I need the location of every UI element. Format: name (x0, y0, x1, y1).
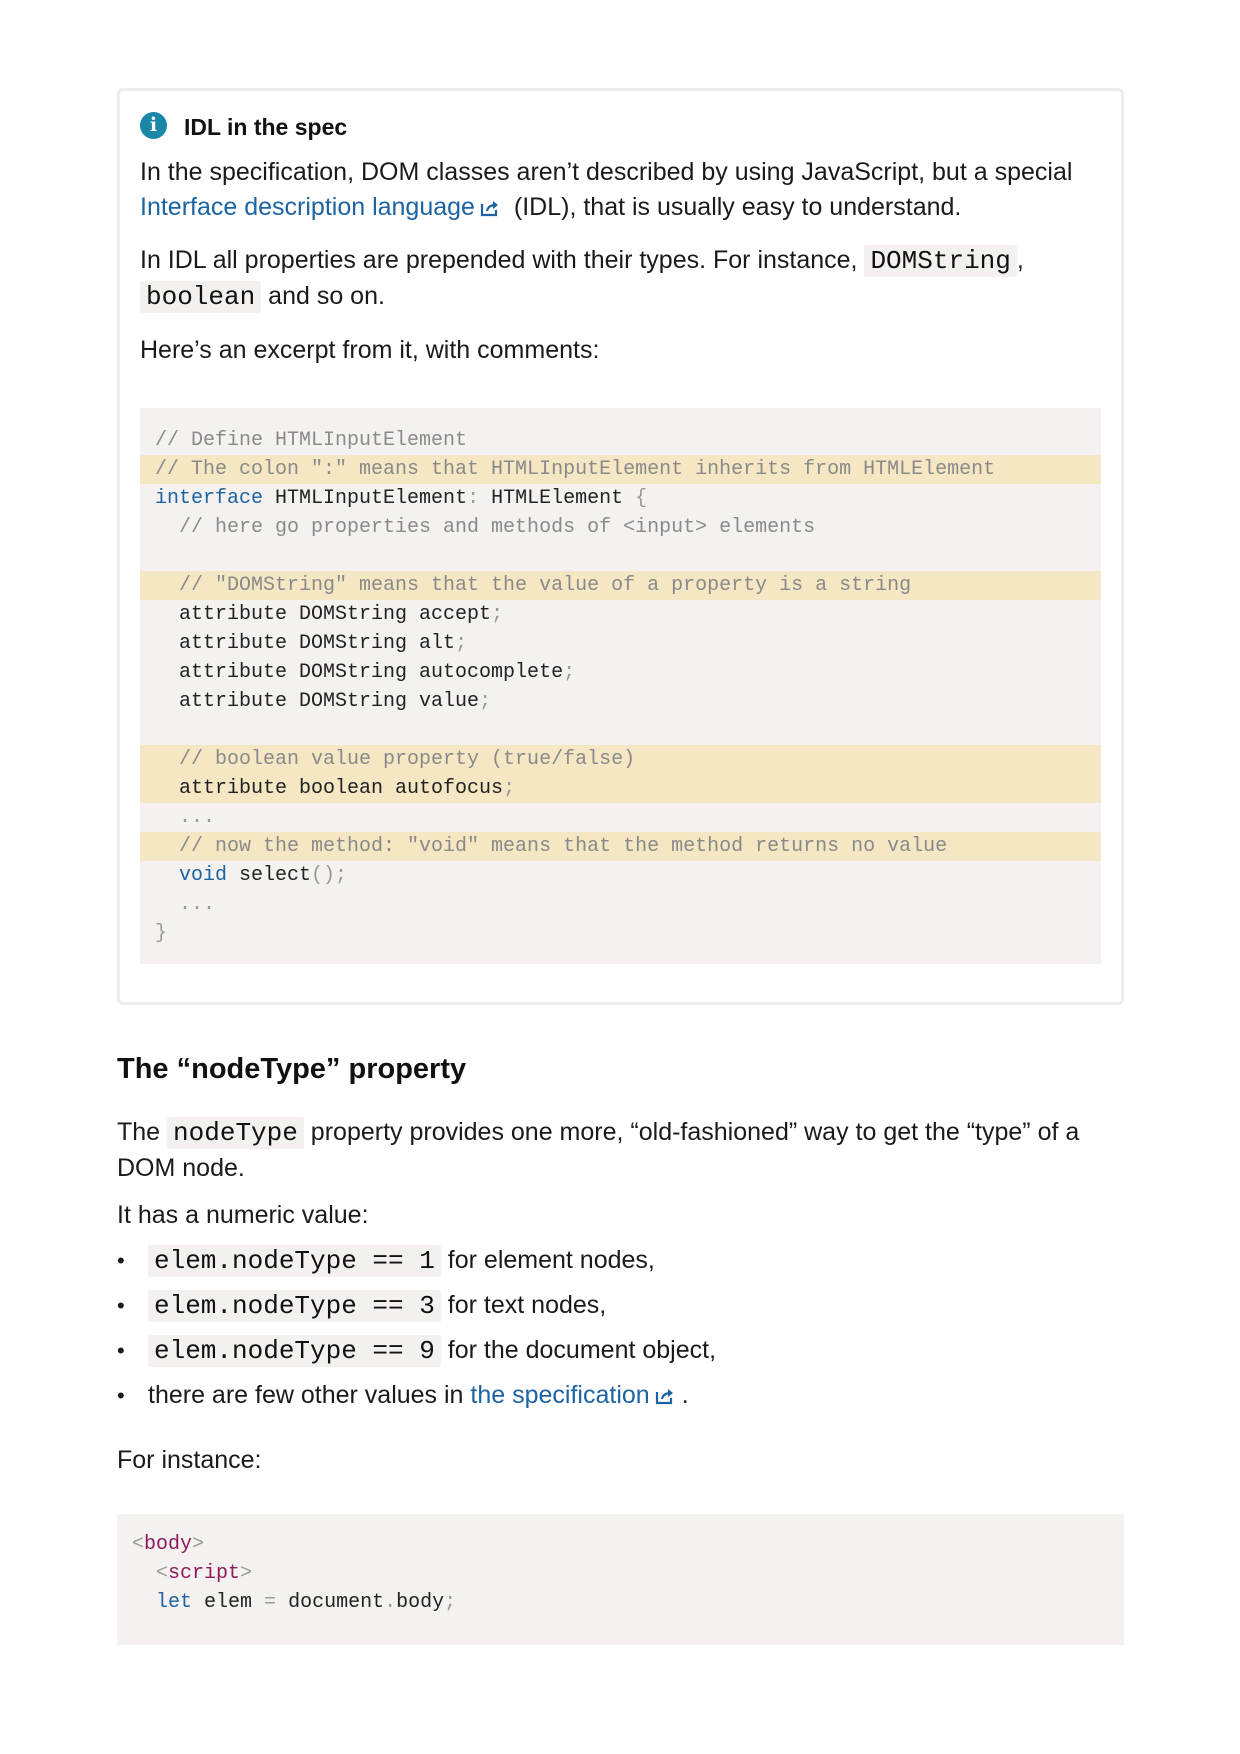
code-token: ; (455, 632, 468, 655)
info-paragraph-1: In the specification, DOM classes aren’t… (140, 158, 1073, 221)
section-heading: The “nodeType” property (117, 1053, 467, 1085)
external-link-icon[interactable] (479, 199, 501, 217)
code-token: : (467, 487, 480, 510)
inline-code: elem.nodeType == 3 (148, 1290, 441, 1322)
code-line: // The colon ":" means that HTMLInputEle… (140, 455, 1101, 484)
code-token: body (396, 1591, 445, 1614)
section-paragraph-3: For instance: (117, 1446, 262, 1474)
code-token: ... (155, 893, 216, 916)
code-token: < (132, 1533, 145, 1556)
info-callout-title: IDL in the spec (184, 113, 348, 140)
code-token: select (227, 864, 312, 887)
code-token: > (192, 1533, 205, 1556)
code-line: void select(); (140, 861, 1101, 890)
bullet-glyph: • (117, 1293, 125, 1318)
code-line: // boolean value property (true/false) (140, 745, 1101, 774)
section-paragraph-1: The nodeType property provides one more,… (117, 1117, 1080, 1182)
code-token: (); (311, 864, 348, 887)
code-token: ... (155, 806, 216, 829)
code-token: let (156, 1591, 193, 1614)
code-token: // "DOMString" means that the value of a… (155, 574, 912, 597)
code-token: ; (563, 661, 576, 684)
info-icon: i (140, 111, 167, 139)
specification-link[interactable]: the specification (470, 1381, 649, 1409)
code-token: . (384, 1591, 397, 1614)
code-token: > (240, 1562, 253, 1585)
code-line: <body> (117, 1530, 1124, 1559)
code-line: attribute DOMString value; (140, 687, 1101, 716)
code-token: // The colon ":" means that HTMLInputEle… (155, 458, 996, 481)
code-line: <script> (117, 1559, 1124, 1588)
code-token: document (276, 1591, 385, 1614)
code-token: HTMLElement (479, 487, 636, 510)
code-line: ​ (140, 716, 1101, 745)
code-token: < (156, 1562, 169, 1585)
list-item: • elem.nodeType == 3 for text nodes, (117, 1288, 1124, 1324)
code-token: // here go properties and methods of <in… (155, 516, 816, 539)
document-page: i IDL in the spec In the specification, … (117, 88, 1124, 1645)
code-token: // boolean value property (true/false) (155, 748, 636, 771)
code-token: elem (192, 1591, 265, 1614)
idl-link[interactable]: Interface description language (140, 193, 475, 221)
code-token: ; (491, 603, 504, 626)
code-line: } (140, 919, 1101, 948)
inline-code: elem.nodeType == 9 (148, 1335, 441, 1367)
code-token: body (144, 1533, 193, 1556)
list-item: • elem.nodeType == 9 for the document obj… (117, 1333, 1124, 1369)
inline-code: boolean (140, 281, 262, 313)
code-line: attribute DOMString autocomplete; (140, 658, 1101, 687)
code-token: HTMLInputElement (263, 487, 468, 510)
info-paragraph-2: In IDL all properties are prepended with… (140, 245, 1024, 313)
code-line: let elem = document.body; (117, 1588, 1124, 1617)
code-line: // now the method: "void" means that the… (140, 832, 1101, 861)
code-line: attribute boolean autofocus; (140, 774, 1101, 803)
code-token: script (168, 1562, 241, 1585)
code-token: interface (155, 487, 264, 510)
code-line: ... (140, 890, 1101, 919)
list-item: • there are few other values in the speci… (117, 1378, 1124, 1413)
code-line: // "DOMString" means that the value of a… (140, 571, 1101, 600)
code-line: attribute DOMString accept; (140, 600, 1101, 629)
code-line: ​ (140, 542, 1101, 571)
info-paragraph-3: Here’s an excerpt from it, with comments… (140, 336, 600, 364)
code-token: attribute DOMString autocomplete (155, 661, 564, 684)
bullet-glyph: • (117, 1248, 125, 1273)
list-item: • elem.nodeType == 1 for element nodes, (117, 1243, 1124, 1279)
code-line: ... (140, 803, 1101, 832)
node-type-list: • elem.nodeType == 1 for element nodes, •… (117, 1243, 1124, 1413)
inline-code: elem.nodeType == 1 (148, 1245, 441, 1277)
section-paragraph-2: It has a numeric value: (117, 1201, 369, 1229)
inline-code: nodeType (167, 1117, 304, 1149)
code-line: attribute DOMString alt; (140, 629, 1101, 658)
external-link-icon[interactable] (654, 1387, 676, 1405)
code-line: // Define HTMLInputElement (140, 426, 1101, 455)
code-token: ; (503, 777, 516, 800)
code-token: = (264, 1591, 277, 1614)
code-token: attribute DOMString alt (155, 632, 456, 655)
code-line: // here go properties and methods of <in… (140, 513, 1101, 542)
code-token: ; (444, 1591, 457, 1614)
code-token: attribute DOMString accept (155, 603, 492, 626)
html-code-block: <body> <script> let elem = document.body… (117, 1514, 1124, 1645)
code-token: } (155, 922, 168, 945)
idl-code-block: // Define HTMLInputElement // The colon "… (140, 408, 1101, 964)
info-callout-header: i IDL in the spec (140, 109, 1101, 145)
code-token: attribute DOMString value (155, 690, 480, 713)
code-token: ; (479, 690, 492, 713)
code-token: { (635, 487, 648, 510)
code-token: attribute boolean autofocus (155, 777, 504, 800)
bullet-glyph: • (117, 1383, 125, 1408)
inline-code: DOMString (864, 245, 1017, 277)
code-token: // now the method: "void" means that the… (155, 835, 948, 858)
code-token: // Define HTMLInputElement (155, 429, 468, 452)
bullet-glyph: • (117, 1338, 125, 1363)
code-token: void (179, 864, 228, 887)
info-callout: i IDL in the spec In the specification, … (117, 88, 1124, 1005)
code-line: interface HTMLInputElement: HTMLElement … (140, 484, 1101, 513)
